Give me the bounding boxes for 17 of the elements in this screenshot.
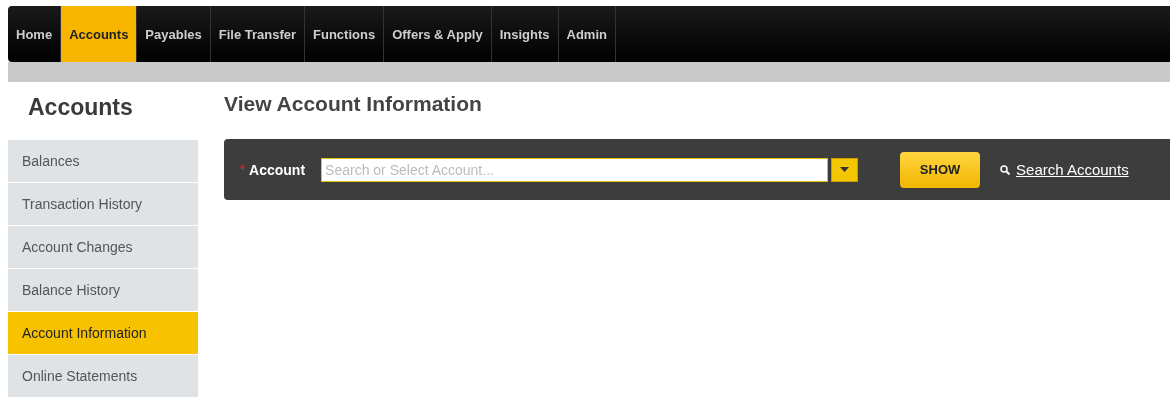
sidebar-item[interactable]: Account Changes	[8, 226, 198, 268]
sidebar-title: Accounts	[27, 93, 134, 122]
search-icon	[1000, 164, 1011, 175]
account-field[interactable]: Search or Select Account...	[321, 157, 829, 182]
sidebar-item[interactable]: Account Information	[8, 312, 198, 354]
caret-icon	[840, 167, 850, 172]
dropdown-button[interactable]	[831, 157, 859, 182]
account-label: Account	[249, 161, 306, 178]
page-title: View Account Information	[224, 91, 483, 117]
sidebar-item[interactable]: Online Statements	[8, 355, 198, 397]
sidebar-item[interactable]: Transaction History	[8, 183, 198, 225]
nav-tab[interactable]: Accounts	[61, 6, 138, 62]
search-accounts-link[interactable]: Search Accounts	[1016, 161, 1129, 178]
sidebar-item[interactable]: Balance History	[8, 269, 198, 311]
required-mark: *	[240, 162, 246, 177]
show-button[interactable]: SHOW	[900, 151, 981, 188]
sidebar-item[interactable]: Balances	[8, 140, 198, 182]
